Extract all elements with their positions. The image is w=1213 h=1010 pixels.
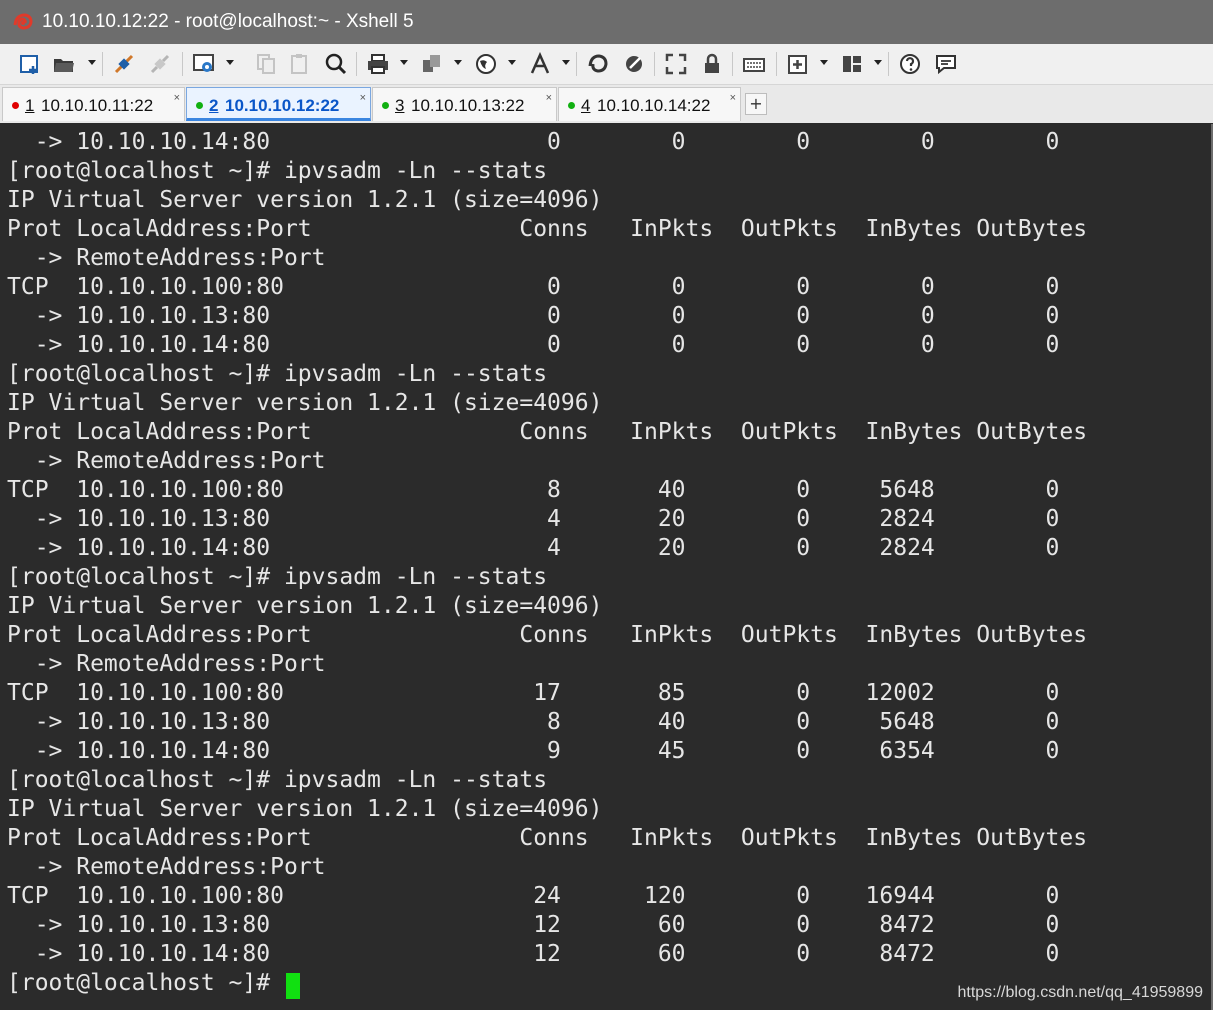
close-icon[interactable]: × — [546, 80, 552, 116]
terminal-line: IP Virtual Server version 1.2.1 (size=40… — [7, 796, 603, 822]
tab-number: 3 — [395, 96, 405, 115]
terminal-line: -> 10.10.10.13:80 0 0 0 0 0 — [34, 303, 1060, 329]
chevron-down-icon[interactable] — [562, 60, 570, 65]
toolbar-separator — [732, 52, 733, 76]
chat-icon[interactable] — [932, 50, 960, 78]
globe-icon[interactable] — [472, 50, 500, 78]
open-folder-icon[interactable] — [50, 50, 78, 78]
status-dot-icon — [12, 102, 19, 109]
keyboard-icon[interactable] — [740, 50, 768, 78]
terminal-output: -> 10.10.10.14:80 0 0 0 0 0 [root@localh… — [7, 128, 1087, 998]
session-tab-bar: 1 10.10.10.11:22 × 2 10.10.10.12:22 × 3 … — [0, 85, 1213, 123]
toolbar-separator — [356, 52, 357, 76]
close-icon[interactable]: × — [360, 80, 366, 116]
toolbar-separator — [888, 52, 889, 76]
terminal-line: -> 10.10.10.14:80 12 60 0 8472 0 — [34, 941, 1060, 967]
terminal-screen[interactable]: -> 10.10.10.14:80 0 0 0 0 0 [root@localh… — [0, 124, 1213, 1010]
status-dot-icon — [196, 102, 203, 109]
xshell-window: 10.10.10.12:22 - root@localhost:~ - Xshe… — [0, 0, 1213, 1010]
window-title: 10.10.10.12:22 - root@localhost:~ - Xshe… — [42, 11, 414, 32]
copy-icon[interactable] — [252, 50, 280, 78]
tab-label: 10.10.10.14:22 — [597, 96, 711, 115]
properties-icon[interactable] — [190, 50, 218, 78]
terminal-line: -> 10.10.10.13:80 12 60 0 8472 0 — [34, 912, 1060, 938]
add-tab-icon[interactable] — [784, 50, 812, 78]
close-icon[interactable]: × — [174, 80, 180, 116]
terminal-line: IP Virtual Server version 1.2.1 (size=40… — [7, 593, 603, 619]
terminal-line: -> RemoteAddress:Port — [34, 651, 326, 677]
close-icon[interactable]: × — [730, 80, 736, 116]
chevron-down-icon[interactable] — [508, 60, 516, 65]
terminal-line: -> 10.10.10.14:80 9 45 0 6354 0 — [34, 738, 1060, 764]
transfer-icon[interactable] — [418, 50, 446, 78]
tab-number: 4 — [581, 96, 591, 115]
terminal-line: TCP 10.10.10.100:80 8 40 0 5648 0 — [7, 477, 1060, 503]
terminal-line: TCP 10.10.10.100:80 17 85 0 12002 0 — [7, 680, 1060, 706]
terminal-line: Prot LocalAddress:Port Conns InPkts OutP… — [7, 419, 1088, 445]
toolbar — [0, 44, 1213, 85]
tab-number: 2 — [209, 96, 219, 115]
new-session-icon[interactable] — [16, 50, 44, 78]
toolbar-separator — [182, 52, 183, 76]
chevron-down-icon[interactable] — [400, 60, 408, 65]
status-dot-icon — [382, 102, 389, 109]
terminal-line: [root@localhost ~]# ipvsadm -Ln --stats — [7, 767, 548, 793]
lock-icon[interactable] — [698, 50, 726, 78]
find-icon[interactable] — [322, 50, 350, 78]
chevron-down-icon[interactable] — [874, 60, 882, 65]
terminal-line: [root@localhost ~]# — [7, 970, 284, 996]
toolbar-separator — [102, 52, 103, 76]
help-icon[interactable] — [896, 50, 924, 78]
chevron-down-icon[interactable] — [454, 60, 462, 65]
new-tab-button[interactable]: + — [745, 93, 767, 115]
font-icon[interactable] — [526, 50, 554, 78]
terminal-line: -> 10.10.10.14:80 4 20 0 2824 0 — [34, 535, 1060, 561]
toolbar-separator — [576, 52, 577, 76]
terminal-line: Prot LocalAddress:Port Conns InPkts OutP… — [7, 622, 1088, 648]
watermark: https://blog.csdn.net/qq_41959899 — [957, 984, 1203, 1001]
terminal-line: TCP 10.10.10.100:80 0 0 0 0 0 — [7, 274, 1060, 300]
terminal-line: -> 10.10.10.13:80 4 20 0 2824 0 — [34, 506, 1060, 532]
disconnect-icon[interactable] — [146, 50, 174, 78]
terminal-line: -> RemoteAddress:Port — [34, 854, 326, 880]
tab-session-2[interactable]: 2 10.10.10.12:22 × — [186, 87, 371, 121]
print-icon[interactable] — [364, 50, 392, 78]
tab-label: 10.10.10.13:22 — [411, 96, 525, 115]
terminal-line: -> 10.10.10.14:80 0 0 0 0 0 — [34, 129, 1060, 155]
toolbar-separator — [654, 52, 655, 76]
tab-session-1[interactable]: 1 10.10.10.11:22 × — [2, 87, 185, 121]
connect-icon[interactable] — [110, 50, 138, 78]
terminal-line: [root@localhost ~]# ipvsadm -Ln --stats — [7, 158, 548, 184]
tab-session-3[interactable]: 3 10.10.10.13:22 × — [372, 87, 557, 121]
fullscreen-icon[interactable] — [662, 50, 690, 78]
compose-icon[interactable] — [620, 50, 648, 78]
status-dot-icon — [568, 102, 575, 109]
terminal-line: [root@localhost ~]# ipvsadm -Ln --stats — [7, 361, 548, 387]
terminal-line: -> RemoteAddress:Port — [34, 245, 326, 271]
tab-label: 10.10.10.12:22 — [225, 96, 340, 115]
xftp-icon[interactable] — [584, 50, 612, 78]
terminal-line: [root@localhost ~]# ipvsadm -Ln --stats — [7, 564, 548, 590]
terminal-line: -> 10.10.10.14:80 0 0 0 0 0 — [34, 332, 1060, 358]
tab-number: 1 — [25, 96, 35, 115]
paste-icon[interactable] — [286, 50, 314, 78]
chevron-down-icon[interactable] — [820, 60, 828, 65]
title-bar: 10.10.10.12:22 - root@localhost:~ - Xshe… — [0, 0, 1213, 44]
tab-label: 10.10.10.11:22 — [41, 96, 154, 115]
layout-icon[interactable] — [838, 50, 866, 78]
tab-session-4[interactable]: 4 10.10.10.14:22 × — [558, 87, 741, 121]
toolbar-separator — [776, 52, 777, 76]
chevron-down-icon[interactable] — [226, 60, 234, 65]
terminal-line: IP Virtual Server version 1.2.1 (size=40… — [7, 187, 603, 213]
terminal-line: Prot LocalAddress:Port Conns InPkts OutP… — [7, 216, 1088, 242]
terminal-line: IP Virtual Server version 1.2.1 (size=40… — [7, 390, 603, 416]
terminal-line: Prot LocalAddress:Port Conns InPkts OutP… — [7, 825, 1088, 851]
chevron-down-icon[interactable] — [88, 60, 96, 65]
xshell-logo-icon — [13, 13, 33, 30]
terminal-cursor — [286, 973, 300, 999]
terminal-line: TCP 10.10.10.100:80 24 120 0 16944 0 — [7, 883, 1060, 909]
terminal-line: -> RemoteAddress:Port — [34, 448, 326, 474]
terminal-line: -> 10.10.10.13:80 8 40 0 5648 0 — [34, 709, 1060, 735]
